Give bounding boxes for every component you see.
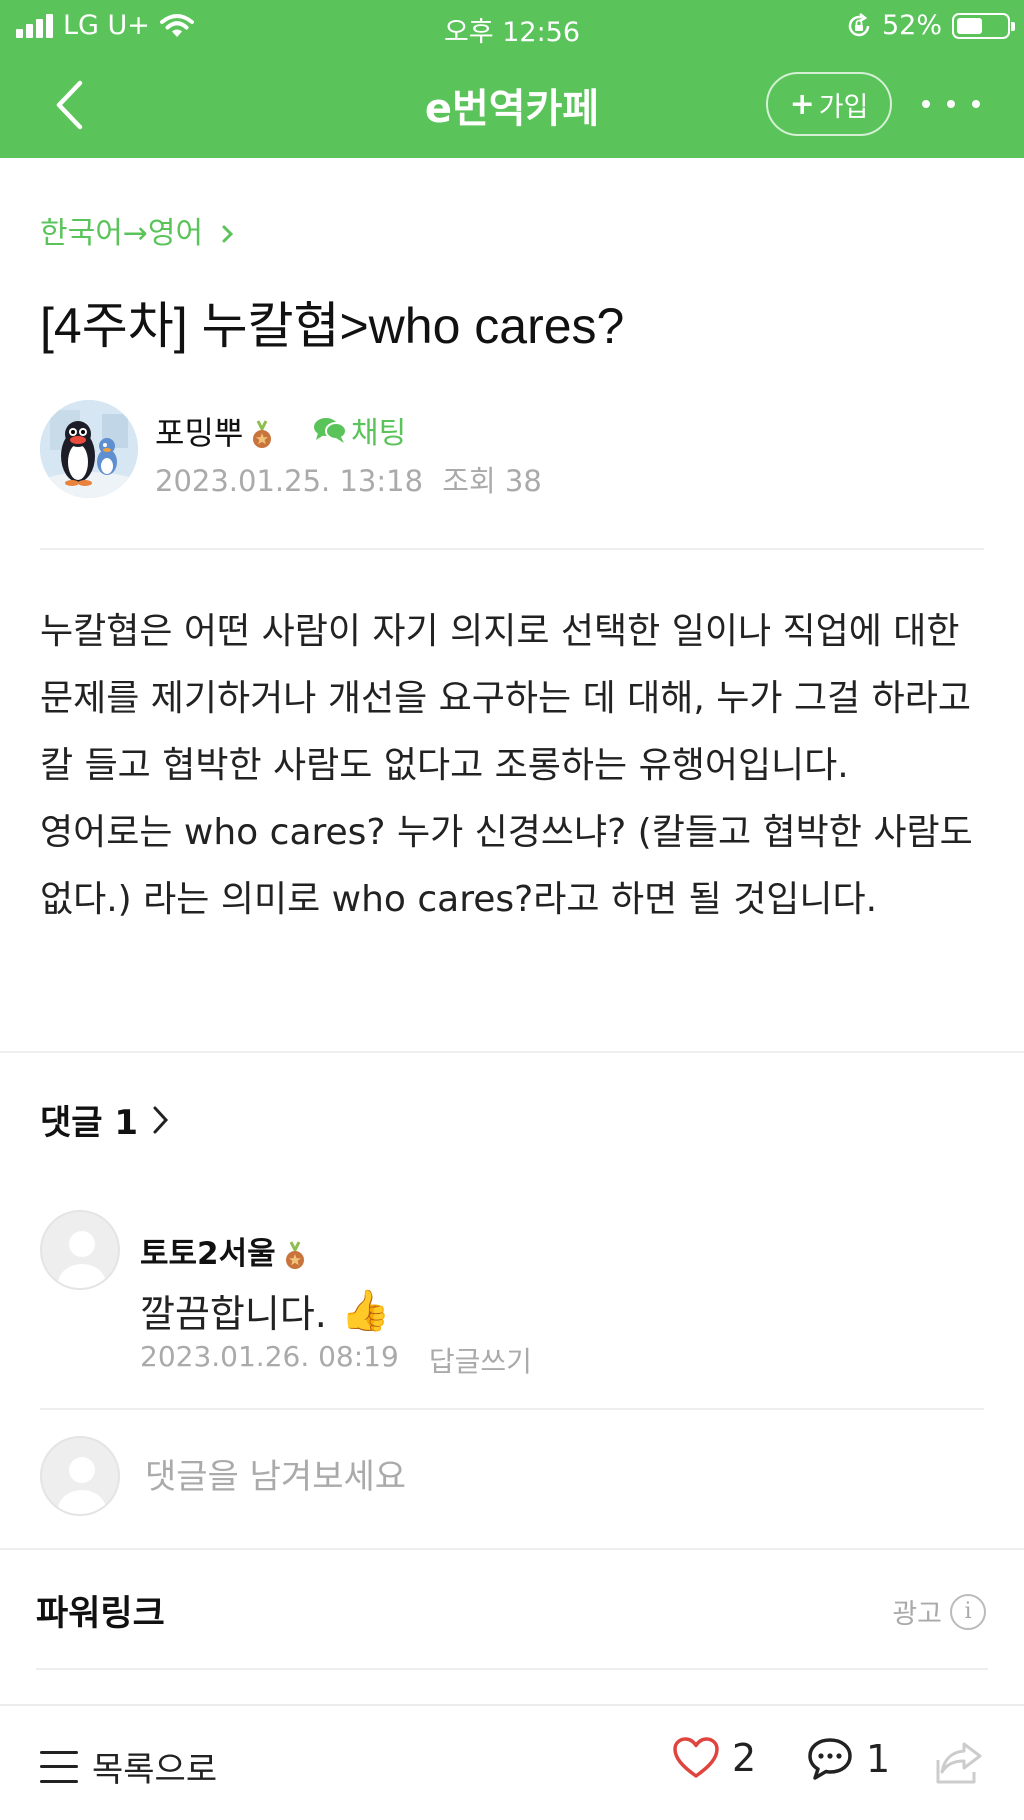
post-body: 누칼협은 어떤 사람이 자기 의지로 선택한 일이나 직업에 대한 문제를 제기… xyxy=(40,611,973,920)
chevron-right-icon xyxy=(222,225,233,243)
author-name[interactable]: 포밍뿌 xyxy=(155,408,273,454)
ad-label: 광고 i xyxy=(892,1592,986,1631)
list-button[interactable]: 목록으로 xyxy=(40,1742,217,1791)
thumbs-up-icon: 👍 xyxy=(340,1288,391,1334)
comment-bubble-icon xyxy=(808,1738,852,1780)
avatar-image xyxy=(40,400,138,498)
powerlink-title: 파워링크 xyxy=(36,1594,165,1634)
back-button[interactable] xyxy=(44,78,94,132)
comment-date: 2023.01.26. 08:19 xyxy=(140,1340,399,1373)
divider xyxy=(40,1408,984,1410)
author-name-label: 포밍뿌 xyxy=(155,414,244,452)
chat-button[interactable]: 채팅 xyxy=(313,408,406,452)
bottom-bar: 목록으로 2 1 xyxy=(0,1704,1024,1820)
ad-label-text: 광고 xyxy=(892,1599,942,1630)
divider xyxy=(36,1668,988,1670)
rotation-lock-icon xyxy=(848,12,870,36)
chat-bubble-icon xyxy=(314,418,347,443)
status-bar: LG U+ 오후 12:56 52% xyxy=(0,0,1024,52)
post-date: 2023.01.25. 13:18 xyxy=(155,464,424,498)
commenter-avatar[interactable] xyxy=(40,1210,120,1290)
author-avatar[interactable] xyxy=(40,400,138,498)
comments-header-label: 댓글 1 xyxy=(40,1103,139,1143)
info-icon[interactable]: i xyxy=(950,1593,986,1630)
breadcrumb-label: 한국어→영어 xyxy=(40,216,204,251)
share-button[interactable] xyxy=(934,1740,984,1790)
comment-meta: 2023.01.26. 08:19 답글쓰기 xyxy=(140,1340,532,1380)
comment-author[interactable]: 토토2서울 xyxy=(140,1228,306,1273)
hamburger-icon xyxy=(40,1750,78,1783)
reply-button[interactable]: 답글쓰기 xyxy=(429,1340,532,1380)
join-label: 가입 xyxy=(818,91,869,123)
comment-input[interactable] xyxy=(145,1452,945,1502)
battery-level xyxy=(957,17,982,34)
chevron-right-icon xyxy=(153,1106,169,1133)
medal-icon xyxy=(253,420,272,448)
like-count: 2 xyxy=(732,1736,757,1780)
default-avatar-icon xyxy=(58,1457,106,1514)
views-count: 38 xyxy=(504,464,542,498)
app-header: LG U+ 오후 12:56 52% e번역카페 + 가입 xyxy=(0,0,1024,158)
post-meta: 2023.01.25. 13:18 조회 38 xyxy=(155,458,542,500)
comment-text-label: 깔끔합니다. xyxy=(140,1292,327,1336)
medal-icon xyxy=(285,1240,304,1269)
chevron-left-icon xyxy=(56,80,83,130)
comment-count-button[interactable]: 1 xyxy=(806,1736,890,1782)
comment-author-label: 토토2서울 xyxy=(140,1236,276,1272)
battery-icon xyxy=(952,12,1015,39)
more-dots-icon xyxy=(922,100,930,108)
my-avatar xyxy=(40,1436,120,1516)
heart-icon xyxy=(673,1737,719,1778)
comments-header[interactable]: 댓글 1 xyxy=(40,1095,170,1144)
nav-bar: e번역카페 + 가입 xyxy=(0,52,1024,158)
share-icon xyxy=(936,1742,982,1784)
battery-percent: 52% xyxy=(881,10,942,41)
join-button[interactable]: + 가입 xyxy=(766,72,892,136)
post-title: [4주차] 누칼협>who cares? xyxy=(40,298,625,354)
section-divider xyxy=(0,1548,1024,1550)
status-right: 52% xyxy=(846,10,1015,41)
plus-icon: + xyxy=(789,86,815,122)
comment-text: 깔끔합니다. 👍 xyxy=(140,1283,391,1338)
breadcrumb[interactable]: 한국어→영어 xyxy=(40,208,235,252)
comment-count: 1 xyxy=(866,1737,891,1781)
chat-label: 채팅 xyxy=(351,416,407,451)
views-label: 조회 xyxy=(442,464,496,498)
divider xyxy=(40,548,984,550)
default-avatar-icon xyxy=(58,1231,106,1288)
list-label: 목록으로 xyxy=(92,1750,218,1790)
more-button[interactable] xyxy=(922,92,980,116)
comments-count: 1 xyxy=(114,1103,139,1143)
section-divider xyxy=(0,1051,1024,1053)
like-button[interactable]: 2 xyxy=(672,1736,756,1780)
